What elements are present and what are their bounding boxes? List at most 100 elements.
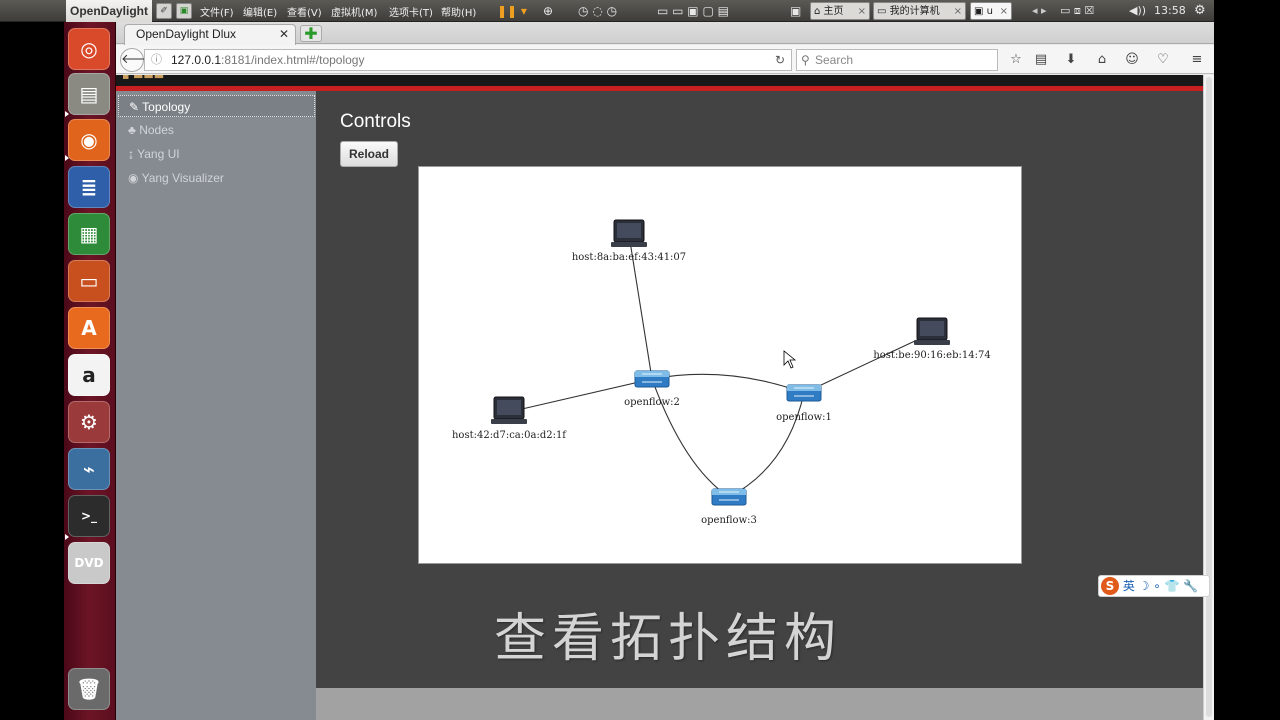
launcher-amazon-icon[interactable]: a bbox=[68, 354, 110, 396]
sidebar-item-label: Yang Visualizer bbox=[141, 171, 224, 185]
close-icon[interactable]: × bbox=[954, 3, 962, 19]
host-node-h2[interactable] bbox=[914, 317, 950, 345]
sidebar-item-yang-ui[interactable]: ↨ Yang UI bbox=[118, 143, 315, 165]
launcher-ubuntu-dash-icon[interactable]: ◎ bbox=[68, 28, 110, 70]
ime-toolbar[interactable]: S 英 ☽ ∘ 👕 🔧 bbox=[1098, 575, 1210, 597]
main-content: Controls Reload host:8a:ba:ef:43:41:07 ho… bbox=[316, 91, 1203, 688]
clock[interactable]: 13:58 bbox=[1154, 0, 1186, 22]
menu-help[interactable]: 帮助(H) bbox=[441, 4, 476, 19]
vm-tab-home[interactable]: ⌂ 主页 × bbox=[810, 2, 870, 20]
vm-tab-computer[interactable]: ▭ 我的计算机 × bbox=[873, 2, 966, 20]
host-label: host:8a:ba:ef:43:41:07 bbox=[572, 252, 686, 263]
link-s1-s3 bbox=[728, 392, 805, 498]
trash-icon[interactable]: 🗑 bbox=[68, 668, 110, 710]
tab-bar: OpenDaylight Dlux ✕ ✚ bbox=[116, 22, 1214, 45]
sidebar-icon: ◉ bbox=[128, 171, 142, 185]
switch-node-s3[interactable] bbox=[711, 488, 747, 506]
ime-mode[interactable]: 英 bbox=[1123, 579, 1135, 593]
switch-label: openflow:3 bbox=[701, 515, 757, 526]
sidebar-item-label: Topology bbox=[142, 100, 191, 114]
back-button[interactable]: 🡐 bbox=[120, 48, 156, 72]
sogou-icon: S bbox=[1101, 577, 1119, 595]
url-bar[interactable]: ⓘ 127.0.0.1:8181/index.html#/topology ↻ bbox=[144, 49, 792, 71]
vm-icon[interactable]: ▣ bbox=[176, 3, 192, 19]
sidebar-icon: ✎ bbox=[129, 100, 143, 114]
page-title: Controls bbox=[340, 111, 411, 132]
reload-icon[interactable]: ↻ bbox=[775, 50, 785, 70]
launcher-writer-icon[interactable]: ≣ bbox=[68, 166, 110, 208]
topology-graph[interactable]: host:8a:ba:ef:43:41:07 host:be:90:16:eb:1… bbox=[419, 167, 1023, 565]
info-icon[interactable]: ⓘ bbox=[151, 50, 162, 70]
new-tab-button[interactable]: ✚ bbox=[300, 25, 322, 42]
host-label: host:be:90:16:eb:14:74 bbox=[873, 350, 990, 361]
volume-icon[interactable]: ◀)) bbox=[1129, 0, 1146, 22]
menu-tabs[interactable]: 选项卡(T) bbox=[389, 4, 433, 19]
switch-node-s2[interactable] bbox=[634, 370, 670, 388]
close-icon[interactable]: × bbox=[1000, 3, 1008, 19]
sidebar-item-label: Yang UI bbox=[137, 147, 180, 161]
launcher-files-icon[interactable]: ▤ bbox=[68, 73, 110, 115]
launcher-impress-icon[interactable]: ▭ bbox=[68, 260, 110, 302]
home-icon: ⌂ bbox=[814, 6, 821, 17]
computer-icon: ▭ bbox=[877, 6, 887, 17]
reading-list-icon[interactable]: ▤ bbox=[1032, 52, 1050, 67]
sidebar-item-yang-visualizer[interactable]: ◉ Yang Visualizer bbox=[118, 167, 315, 189]
pause-icon[interactable]: ❚❚ ▾ bbox=[497, 0, 527, 22]
window-controls[interactable]: ▭ ⧈ ☒ bbox=[1060, 0, 1094, 22]
network-icon[interactable]: ⊕ bbox=[543, 0, 553, 22]
menu-view[interactable]: 查看(V) bbox=[287, 4, 322, 19]
firefox-window: OpenDaylight Dlux ✕ ✚ 🡐 ⓘ 127.0.0.1:8181/i… bbox=[116, 22, 1214, 720]
vm-icon: ▣ bbox=[974, 6, 984, 17]
snapshot-icon[interactable]: ◷ ◌ ◷ bbox=[578, 0, 617, 22]
launcher-system-settings-icon[interactable]: ⚙ bbox=[68, 401, 110, 443]
switch-label: openflow:2 bbox=[624, 397, 680, 408]
switch-node-s1[interactable] bbox=[786, 384, 822, 402]
launcher-dvd-icon[interactable]: DVD bbox=[68, 542, 110, 584]
menu-vm[interactable]: 虚拟机(M) bbox=[331, 4, 377, 19]
download-icon[interactable]: ⬇ bbox=[1062, 52, 1080, 67]
chat-icon[interactable]: ☺ bbox=[1123, 52, 1141, 67]
nav-bar: 🡐 ⓘ 127.0.0.1:8181/index.html#/topology ↻… bbox=[116, 45, 1214, 74]
menu-icon[interactable]: ≡ bbox=[1188, 52, 1206, 67]
switch-label: openflow:1 bbox=[776, 412, 832, 423]
search-input[interactable]: ⚲ Search bbox=[796, 49, 998, 71]
scrollbar[interactable] bbox=[1203, 75, 1214, 720]
pin-icon[interactable]: ✐ bbox=[156, 3, 172, 19]
topology-canvas[interactable]: host:8a:ba:ef:43:41:07 host:be:90:16:eb:1… bbox=[418, 166, 1022, 564]
page-banner: ▪ ▬▬▬ bbox=[116, 75, 1203, 91]
console-icon[interactable]: ▣ bbox=[790, 0, 801, 22]
launcher-software-center-icon[interactable]: A bbox=[68, 307, 110, 349]
view-icons[interactable]: ▭ ▭ ▣ ▢ ▤ bbox=[657, 0, 729, 22]
tab-scroll-icons[interactable]: ◂ ▸ bbox=[1032, 0, 1047, 22]
browser-tab[interactable]: OpenDaylight Dlux ✕ bbox=[124, 24, 296, 45]
launcher-terminal-icon[interactable]: >_ bbox=[68, 495, 110, 537]
host-node-h3[interactable] bbox=[491, 396, 527, 424]
vm-tab-u[interactable]: ▣ u × bbox=[970, 2, 1012, 20]
scrollbar-thumb[interactable] bbox=[1206, 77, 1212, 717]
sidebar-item-topology[interactable]: ✎ Topology bbox=[118, 95, 315, 117]
host-node-h1[interactable] bbox=[611, 219, 647, 247]
sidebar-icon: ↨ bbox=[128, 147, 138, 161]
link-s2-s1 bbox=[651, 373, 805, 394]
logo: ▪ ▬▬▬ bbox=[122, 75, 165, 82]
running-indicator bbox=[65, 111, 69, 117]
menu-file[interactable]: 文件(F) bbox=[200, 4, 234, 19]
bookmark-star-icon[interactable]: ☆ bbox=[1007, 52, 1025, 67]
close-icon[interactable]: × bbox=[858, 3, 866, 19]
video-caption: 查看拓扑结构 bbox=[494, 609, 843, 669]
unity-launcher: ◎ ▤ ◉ ≣ ▦ ▭ Aa ⚙ ⌁ >_ DVD 🗑 bbox=[64, 22, 116, 720]
launcher-calc-icon[interactable]: ▦ bbox=[68, 213, 110, 255]
sidebar-icon: ♣ bbox=[128, 123, 140, 137]
menu-edit[interactable]: 编辑(E) bbox=[243, 4, 277, 19]
pocket-icon[interactable]: ♡ bbox=[1154, 52, 1172, 67]
sidebar: ✎ Topology ♣ Nodes ↨ Yang UI ◉ Yang Visuali… bbox=[116, 91, 316, 720]
sidebar-item-nodes[interactable]: ♣ Nodes bbox=[118, 119, 315, 141]
running-indicator bbox=[65, 155, 69, 161]
launcher-firefox-icon[interactable]: ◉ bbox=[68, 119, 110, 161]
reload-button[interactable]: Reload bbox=[340, 141, 398, 167]
page-footer bbox=[316, 688, 1203, 720]
close-tab-icon[interactable]: ✕ bbox=[279, 25, 289, 44]
gear-icon[interactable]: ⚙ bbox=[1194, 0, 1206, 22]
launcher-system-monitor-icon[interactable]: ⌁ bbox=[68, 448, 110, 490]
home-icon[interactable]: ⌂ bbox=[1093, 52, 1111, 67]
